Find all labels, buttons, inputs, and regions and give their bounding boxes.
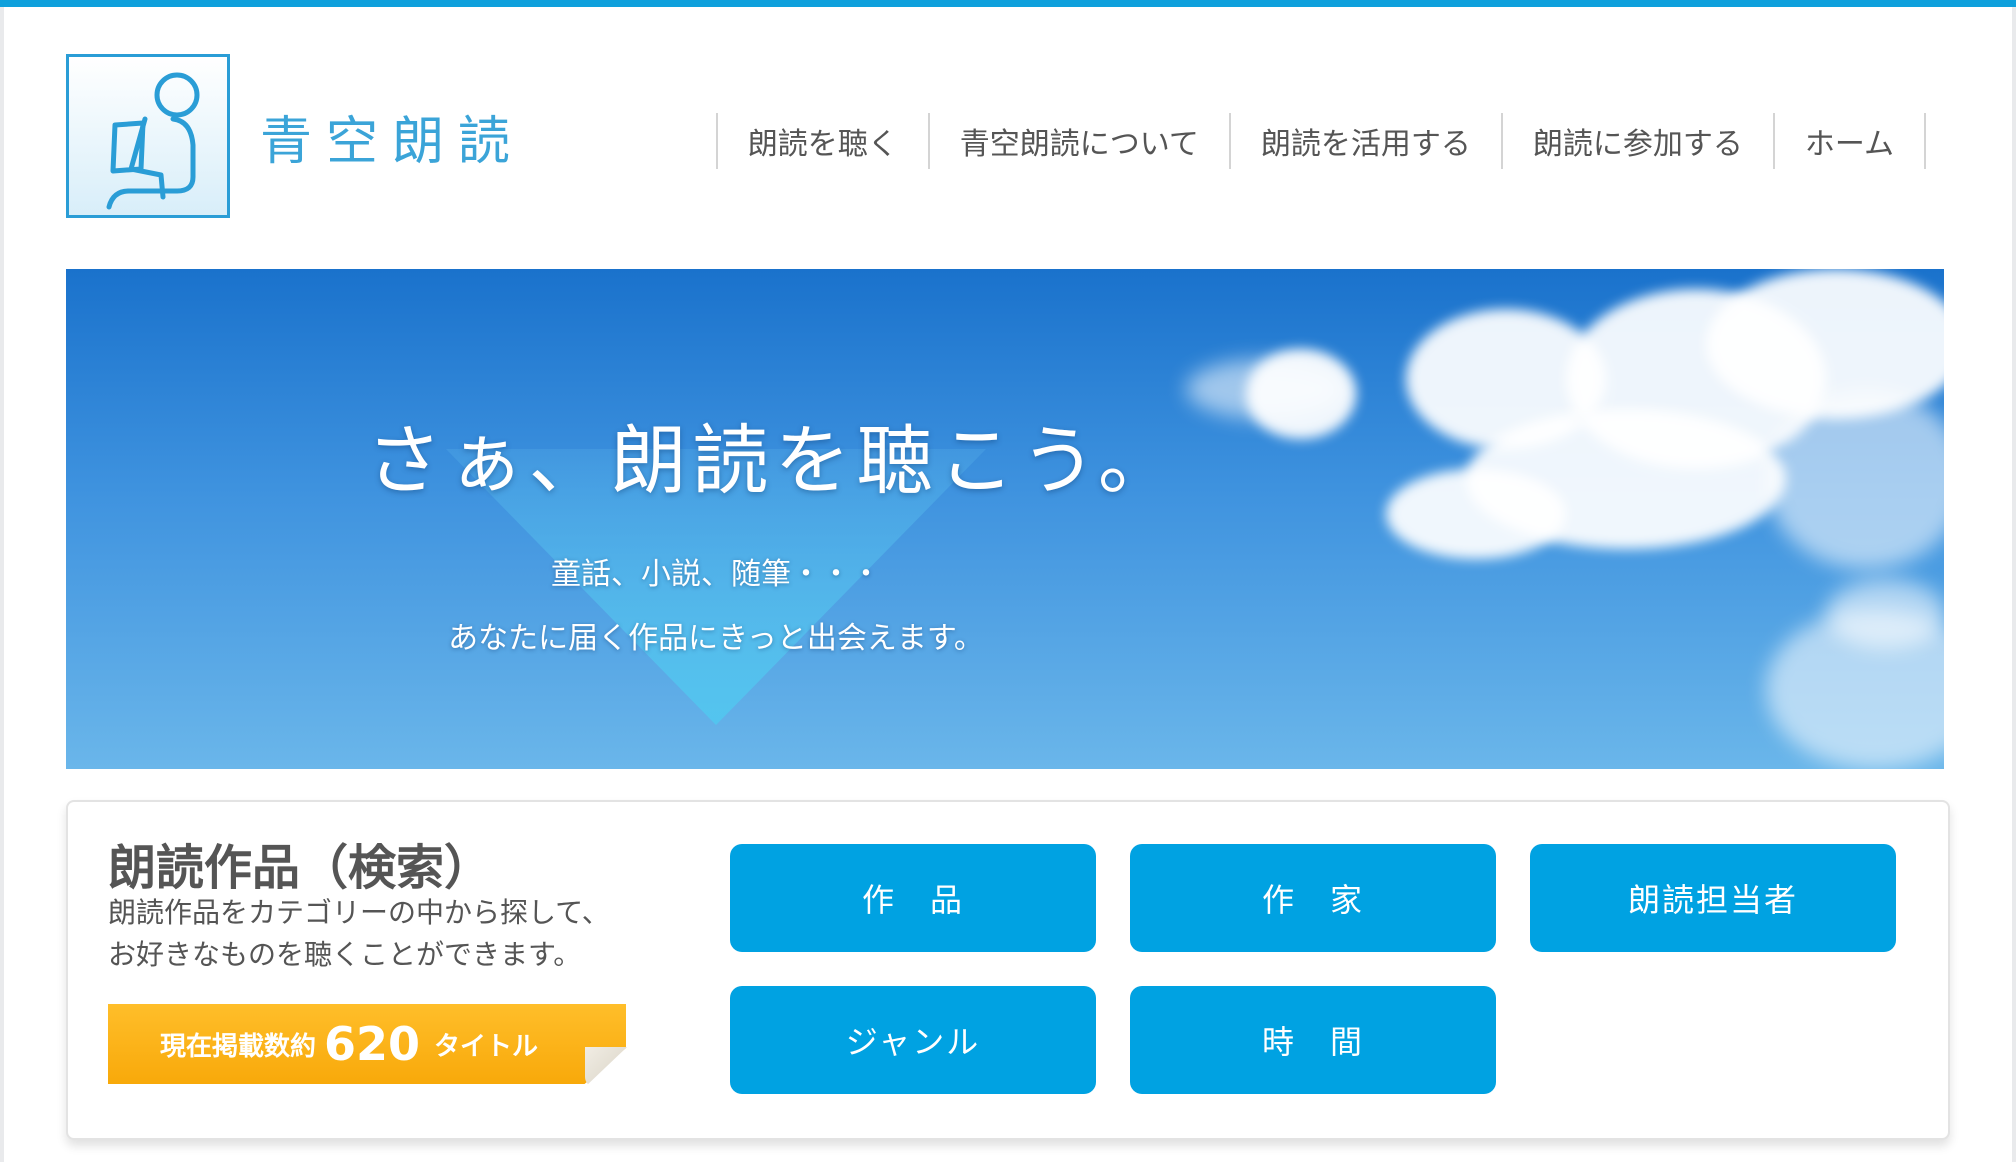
category-works-button[interactable]: 作 品 <box>730 844 1096 952</box>
nav-about[interactable]: 青空朗読について <box>930 113 1231 169</box>
hero-title: さぁ、朗読を聴こう。 <box>366 416 1180 505</box>
search-desc-line2: お好きなものを聴くことができます。 <box>108 938 582 971</box>
site-logo[interactable]: 青空朗読 <box>66 51 524 221</box>
cloud-shape <box>1766 389 1944 569</box>
page: 青空朗読 朗読を聴く 青空朗読について 朗読を活用する 朗読に参加する ホーム … <box>0 0 2016 1162</box>
category-duration-button[interactable]: 時 間 <box>1130 986 1496 1094</box>
cloud-shape <box>1826 579 1944 649</box>
search-panel-title: 朗読作品（検索） <box>108 840 493 896</box>
banner-fold-corner <box>585 1047 627 1087</box>
nav-use[interactable]: 朗読を活用する <box>1231 113 1503 169</box>
nav-home[interactable]: ホーム <box>1775 113 1926 169</box>
category-genre-button[interactable]: ジャンル <box>730 986 1096 1094</box>
nav-listen[interactable]: 朗読を聴く <box>718 113 930 169</box>
cloud-shape <box>1246 349 1356 439</box>
count-number: 620 <box>324 1017 421 1071</box>
main-nav: 朗読を聴く 青空朗読について 朗読を活用する 朗読に参加する ホーム <box>715 113 1926 169</box>
reader-logo-icon <box>66 54 230 218</box>
search-desc-line1: 朗読作品をカテゴリーの中から探して、 <box>108 896 610 929</box>
site-title: 青空朗読 <box>260 111 525 172</box>
category-readers-button[interactable]: 朗読担当者 <box>1530 844 1896 952</box>
count-suffix: タイトル <box>434 1031 539 1062</box>
nav-join[interactable]: 朗読に参加する <box>1503 113 1775 169</box>
hero-banner: さぁ、朗読を聴こう。 童話、小説、随筆・・・ あなたに届く作品にきっと出会えます… <box>66 269 1944 769</box>
search-panel-description: 朗読作品をカテゴリーの中から探して、 お好きなものを聴くことができます。 <box>108 892 628 976</box>
count-prefix: 現在掲載数約 <box>160 1031 317 1062</box>
title-count-banner: 現在掲載数約 620 タイトル <box>108 1004 626 1084</box>
hero-subtitle-line2: あなたに届く作品にきっと出会えます。 <box>448 621 984 656</box>
category-authors-button[interactable]: 作 家 <box>1130 844 1496 952</box>
cloud-shape <box>1386 469 1566 559</box>
hero-subtitle-line1: 童話、小説、随筆・・・ <box>551 557 881 592</box>
search-panel: 朗読作品（検索） 朗読作品をカテゴリーの中から探して、 お好きなものを聴くことが… <box>66 800 1950 1140</box>
